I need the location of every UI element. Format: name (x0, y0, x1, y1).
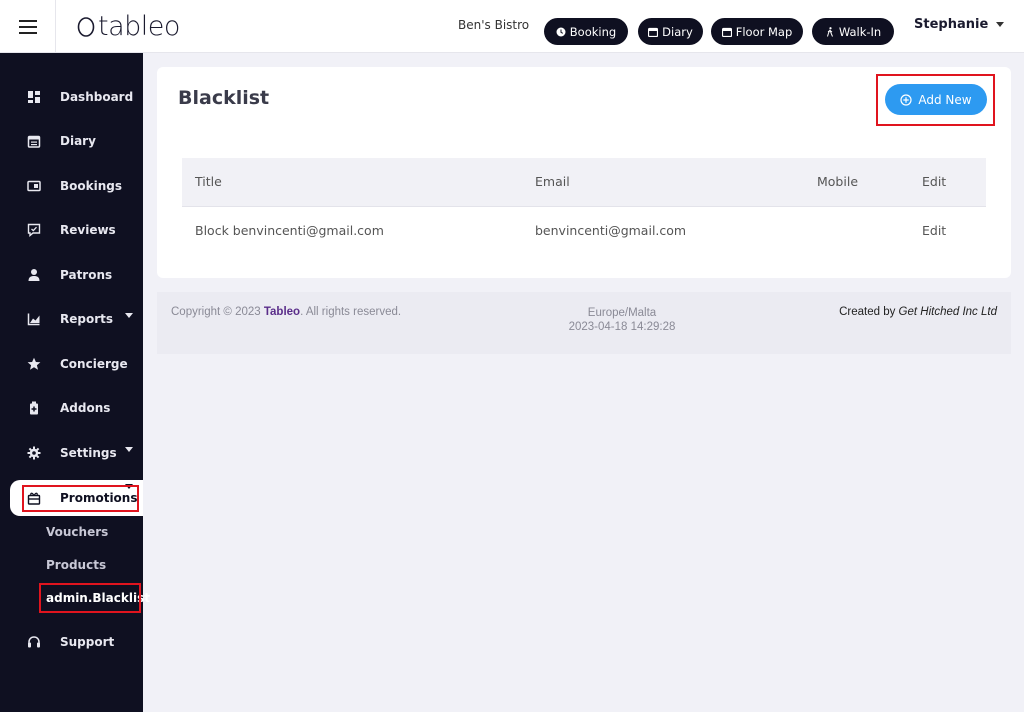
chart-icon (27, 313, 40, 326)
company-name[interactable]: Get Hitched Inc Ltd (899, 306, 997, 318)
created-by: Created by Get Hitched Inc Ltd (839, 306, 997, 318)
blacklist-table: Title Email Mobile Edit Block benvincent… (182, 158, 986, 254)
clock-icon (556, 27, 566, 36)
sidebar-item-settings[interactable]: Settings (0, 435, 143, 471)
column-header-title: Title (195, 174, 222, 189)
diary-button-label: Diary (662, 24, 693, 39)
sidebar-item-concierge[interactable]: Concierge (0, 346, 143, 382)
table-row: Block benvincenti@gmail.com benvincenti@… (182, 206, 986, 254)
sidebar-item-label: Promotions (60, 491, 138, 505)
top-header: tableo Ben's Bistro Booking Diary Floor … (0, 0, 1024, 53)
star-icon (27, 357, 41, 370)
server-datetime: 2023-04-18 14:29:28 (568, 321, 676, 333)
copyright-text: Copyright © 2023 Tableo. All rights rese… (171, 306, 401, 318)
sidebar-subitem-blacklist[interactable]: admin.Blacklist (46, 591, 150, 605)
sidebar-item-diary[interactable]: Diary (0, 123, 143, 159)
cell-email: benvincenti@gmail.com (535, 223, 687, 238)
user-menu[interactable]: Stephanie (914, 17, 1005, 32)
dashboard-icon (28, 91, 40, 103)
sidebar-item-patrons[interactable]: Patrons (0, 257, 143, 293)
tableo-logo[interactable]: tableo (76, 9, 180, 43)
booking-button-label: Booking (569, 24, 617, 39)
calendar-icon (27, 135, 41, 148)
sidebar-item-reports[interactable]: Reports (0, 301, 143, 337)
sidebar-item-dashboard[interactable]: Dashboard (0, 79, 143, 115)
column-header-edit: Edit (922, 174, 947, 189)
headset-icon (28, 636, 40, 648)
walk-in-button-label: Walk-In (838, 24, 882, 39)
sidebar-item-label: Bookings (60, 179, 123, 193)
sidebar-item-label: Reports (60, 312, 114, 326)
addons-icon (30, 401, 38, 415)
sidebar-item-label: Support (60, 635, 115, 649)
timezone-info: Europe/Malta 2023-04-18 14:29:28 (562, 306, 682, 334)
sidebar-item-label: Settings (60, 446, 117, 460)
sidebar-item-support[interactable]: Support (0, 624, 143, 660)
walk-in-button[interactable]: Walk-In (812, 18, 894, 45)
footer: Copyright © 2023 Tableo. All rights rese… (157, 292, 1011, 354)
blacklist-card: Blacklist Add New Title Email Mobile Edi… (157, 67, 1011, 278)
person-icon (28, 269, 40, 281)
chevron-down-icon (125, 447, 133, 452)
walk-icon (826, 26, 833, 37)
floor-map-button-label: Floor Map (735, 24, 793, 39)
sidebar-item-label: Dashboard (60, 90, 134, 104)
sidebar-subitem-products[interactable]: Products (46, 558, 106, 572)
diary-button[interactable]: Diary (638, 18, 703, 45)
sidebar-item-label: Reviews (60, 223, 116, 237)
reviews-icon (27, 223, 41, 237)
brand-link[interactable]: Tableo (264, 306, 300, 318)
map-icon (721, 27, 732, 37)
hamburger-icon (18, 19, 37, 34)
user-name: Stephanie (914, 17, 989, 32)
timezone: Europe/Malta (587, 307, 657, 319)
column-header-mobile: Mobile (817, 174, 859, 189)
edit-link[interactable]: Edit (922, 223, 946, 238)
cell-title: Block benvincenti@gmail.com (195, 223, 384, 238)
page-title: Blacklist (178, 87, 270, 109)
sidebar-item-label: Concierge (60, 357, 128, 371)
add-new-button-label: Add New (918, 92, 972, 107)
sidebar-subitem-vouchers[interactable]: Vouchers (46, 525, 108, 539)
chevron-down-icon (125, 313, 133, 318)
sidebar-item-reviews[interactable]: Reviews (0, 212, 143, 248)
logo-ring-icon (77, 17, 95, 37)
sidebar-item-promotions[interactable]: Promotions (10, 480, 143, 516)
sidebar-item-bookings[interactable]: Bookings (0, 168, 143, 204)
floor-map-button[interactable]: Floor Map (711, 18, 803, 45)
sidebar-item-label: Addons (60, 401, 111, 415)
chevron-down-icon (996, 22, 1005, 27)
bookings-icon (27, 180, 41, 192)
add-new-button[interactable]: Add New (885, 84, 987, 115)
copyright-suffix: . All rights reserved. (300, 306, 402, 318)
chevron-down-icon (125, 484, 133, 489)
created-prefix: Created by (839, 306, 899, 318)
column-header-email: Email (535, 174, 570, 189)
gear-icon (27, 446, 41, 460)
sidebar-item-addons[interactable]: Addons (0, 390, 143, 426)
calendar-icon (648, 27, 659, 37)
booking-button[interactable]: Booking (544, 18, 628, 45)
gift-icon (27, 492, 41, 505)
table-header: Title Email Mobile Edit (182, 158, 986, 206)
logo-text: tableo (98, 10, 180, 42)
copyright-prefix: Copyright © 2023 (171, 306, 264, 318)
sidebar-item-label: Patrons (60, 268, 113, 282)
venue-name[interactable]: Ben's Bistro (458, 18, 529, 32)
sidebar-item-label: Diary (60, 134, 96, 148)
menu-toggle-button[interactable] (0, 0, 56, 53)
plus-circle-icon (900, 93, 912, 106)
